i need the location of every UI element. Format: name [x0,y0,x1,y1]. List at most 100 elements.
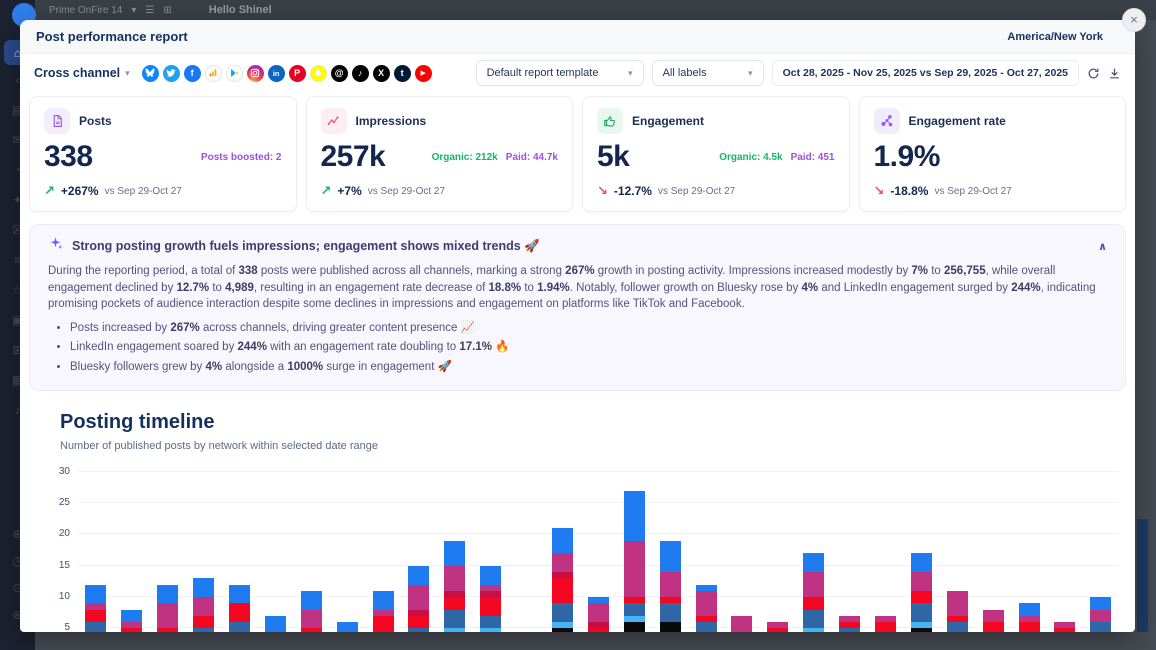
segment-tiktok[interactable] [660,622,681,632]
segment-instagram[interactable] [624,541,645,597]
segment-youtube[interactable] [193,616,214,629]
pinterest-icon[interactable]: P [289,65,306,82]
stacked-bar-28-oct[interactable] [85,585,106,632]
stacked-bar-6-nov[interactable] [408,566,429,632]
segment-linkedin[interactable] [624,603,645,616]
stacked-bar-10-nov[interactable] [552,528,573,632]
segment-linkedin[interactable] [552,603,573,622]
segment-instagram[interactable] [157,603,178,628]
segment-linkedin[interactable] [193,628,214,632]
workspace-label[interactable]: Prime OnFire 14 [49,5,122,16]
segment-facebook[interactable] [85,585,106,604]
scrollbar-thumb[interactable] [1137,519,1148,632]
stacked-bar-14-nov[interactable] [696,585,717,632]
segment-linkedin[interactable] [480,616,501,629]
stacked-bar-20-nov[interactable] [911,553,932,632]
segment-twitter[interactable] [444,628,465,632]
segment-twitter[interactable] [803,628,824,632]
stacked-bar-25-nov[interactable] [1090,597,1111,632]
segment-linkedin[interactable] [85,622,106,632]
google-analytics-icon[interactable] [205,65,222,82]
segment-instagram[interactable] [660,572,681,597]
segment-youtube[interactable] [373,616,394,632]
youtube-icon[interactable]: ▶ [415,65,432,82]
segment-facebook[interactable] [480,566,501,585]
segment-instagram[interactable] [444,566,465,591]
segment-facebook[interactable] [337,622,358,632]
segment-youtube[interactable] [301,628,322,632]
segment-youtube[interactable] [552,578,573,603]
segment-tiktok[interactable] [624,622,645,632]
segment-facebook[interactable] [660,541,681,572]
snapchat-icon[interactable] [310,65,327,82]
linkedin-icon[interactable]: in [268,65,285,82]
segment-facebook[interactable] [552,528,573,553]
segment-linkedin[interactable] [803,610,824,629]
tumblr-icon[interactable]: t [394,65,411,82]
segment-instagram[interactable] [552,553,573,572]
google-business-icon[interactable] [226,65,243,82]
stacked-bar-21-nov[interactable] [947,591,968,632]
segment-instagram[interactable] [408,585,429,610]
segment-facebook[interactable] [408,566,429,585]
stacked-bar-8-nov[interactable] [480,566,501,632]
template-select[interactable]: Default report template ▾ [476,60,644,86]
segment-facebook[interactable] [803,553,824,572]
segment-youtube[interactable] [480,597,501,616]
menu-icon[interactable]: ☰ [145,5,154,16]
segment-linkedin[interactable] [839,628,860,632]
segment-linkedin[interactable] [229,622,250,632]
segment-youtube[interactable] [767,628,788,632]
threads-icon[interactable]: @ [331,65,348,82]
segment-instagram[interactable] [588,603,609,622]
stacked-bar-22-nov[interactable] [983,610,1004,632]
segment-facebook[interactable] [301,591,322,610]
segment-instagram[interactable] [731,616,752,632]
segment-youtube[interactable] [911,591,932,604]
sidebar-icon[interactable]: ‹ [16,74,20,87]
segment-instagram[interactable] [911,572,932,591]
segment-facebook[interactable] [229,585,250,604]
segment-youtube[interactable] [1019,622,1040,632]
segment-youtube[interactable] [444,597,465,610]
stacked-bar-1-nov[interactable] [229,585,250,632]
stacked-bar-5-nov[interactable] [373,591,394,632]
segment-youtube[interactable] [588,628,609,632]
date-range-picker[interactable]: Oct 28, 2025 - Nov 25, 2025 vs Sep 29, 2… [772,60,1079,86]
labels-select[interactable]: All labels ▾ [652,60,764,86]
x-icon[interactable]: X [373,65,390,82]
segment-instagram[interactable] [696,591,717,616]
segment-facebook[interactable] [373,591,394,610]
stacked-bar-2-nov[interactable] [265,616,286,632]
stacked-bar-18-nov[interactable] [839,616,860,632]
segment-tiktok[interactable] [911,628,932,632]
segment-youtube[interactable] [983,622,1004,632]
stacked-bar-30-oct[interactable] [157,585,178,632]
segment-instagram[interactable] [193,597,214,616]
segment-youtube[interactable] [229,603,250,622]
stacked-bar-24-nov[interactable] [1054,622,1075,632]
segment-youtube[interactable] [875,622,896,632]
segment-facebook[interactable] [193,578,214,597]
segment-facebook[interactable] [1090,597,1111,610]
segment-instagram[interactable] [947,591,968,616]
segment-facebook[interactable] [444,541,465,566]
segment-instagram[interactable] [803,572,824,597]
segment-facebook[interactable] [157,585,178,604]
timezone-label[interactable]: America/New York [1007,31,1103,43]
chevron-down-icon[interactable]: ▾ [131,5,136,16]
stacked-bar-13-nov[interactable] [660,541,681,632]
segment-instagram[interactable] [301,610,322,629]
download-icon[interactable] [1108,67,1121,80]
segment-linkedin[interactable] [911,603,932,622]
stacked-bar-11-nov[interactable] [588,597,609,632]
channel-selector[interactable]: Cross channel ▾ [34,66,130,80]
segment-linkedin[interactable] [408,628,429,632]
stacked-bar-4-nov[interactable] [337,622,358,632]
segment-instagram[interactable] [1090,610,1111,623]
stacked-bar-3-nov[interactable] [301,591,322,632]
segment-youtube[interactable] [121,628,142,632]
segment-facebook[interactable] [1019,603,1040,616]
refresh-icon[interactable] [1087,67,1100,80]
segment-facebook[interactable] [121,610,142,623]
